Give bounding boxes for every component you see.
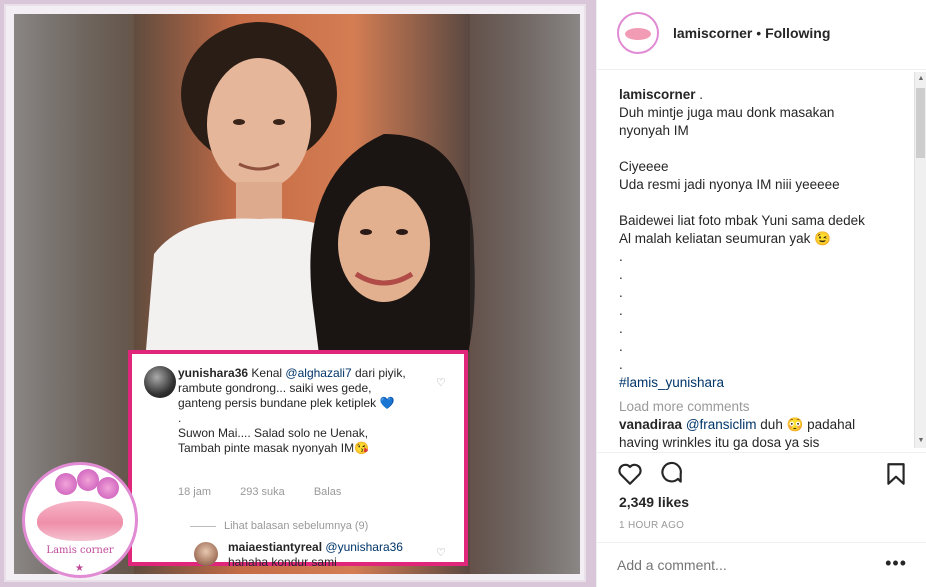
comments-area[interactable]: lamiscorner . Duh mintje juga mau donk m… <box>597 70 926 450</box>
post-header-text: lamiscorner • Following <box>673 25 830 41</box>
avatar-lips-icon <box>625 28 651 40</box>
logo-lips-icon <box>37 501 123 541</box>
add-comment-input[interactable] <box>617 557 867 573</box>
logo-flower-icon <box>97 477 119 499</box>
more-dots-icon[interactable]: ••• <box>885 553 907 574</box>
lamis-corner-logo: Lamis corner ★ <box>22 462 138 578</box>
comment-reply: Balas <box>313 486 342 498</box>
comment-text-pre: Kenal <box>251 366 286 380</box>
heart-icon: ♡ <box>436 377 446 389</box>
reply-avatar <box>194 542 218 566</box>
hashtag-link[interactable]: #lamis_yunishara <box>619 375 724 390</box>
embedded-comment-2: maiaestiantyreal @yunishara36 hahaha kon… <box>228 540 418 570</box>
logo-flower-icon <box>55 473 77 495</box>
post-header: lamiscorner • Following <box>597 0 926 70</box>
commenter-avatar <box>144 366 176 398</box>
comment-like-count: 293 suka <box>240 486 285 498</box>
comment-username[interactable]: vanadiraa <box>619 417 682 432</box>
comment-bubble-icon[interactable] <box>659 461 685 487</box>
scroll-up-arrow-icon[interactable]: ▲ <box>915 72 926 86</box>
comment-mention[interactable]: @fransiclim <box>686 417 757 432</box>
add-comment-bar: ••• <box>597 542 926 587</box>
heart-icon[interactable] <box>617 461 643 487</box>
comment-mention: @alghazali7 <box>285 366 352 380</box>
caption-username[interactable]: lamiscorner <box>619 87 696 102</box>
logo-flower-icon <box>77 469 99 491</box>
post-sidebar: lamiscorner • Following lamiscorner . Du… <box>596 0 926 587</box>
comment-meta: 18 jam 293 suka Balas <box>178 486 367 498</box>
reply-text: hahaha kondur sami <box>228 555 337 569</box>
account-avatar[interactable] <box>617 12 659 54</box>
reply-username: maiaestiantyreal <box>228 540 323 554</box>
heart-icon: ♡ <box>436 547 446 559</box>
embedded-comment-card: yunishara36 Kenal @alghazali7 dari piyik… <box>128 350 468 569</box>
like-count[interactable]: 2,349 likes <box>619 494 689 510</box>
account-username[interactable]: lamiscorner <box>673 25 752 41</box>
scroll-down-arrow-icon[interactable]: ▼ <box>915 434 926 448</box>
instagram-post-view: yunishara36 Kenal @alghazali7 dari piyik… <box>0 0 926 587</box>
load-more-comments[interactable]: Load more comments <box>619 398 889 416</box>
post-timestamp: 1 HOUR AGO <box>619 520 685 531</box>
scrollbar-thumb[interactable] <box>916 88 925 158</box>
logo-star-icon: ★ <box>75 563 84 574</box>
photo-blur-right <box>470 14 580 574</box>
image-frame: yunishara36 Kenal @alghazali7 dari piyik… <box>4 4 586 582</box>
comment-time: 18 jam <box>178 486 212 498</box>
post-image-panel: yunishara36 Kenal @alghazali7 dari piyik… <box>0 0 596 587</box>
comment-dot: . <box>178 411 182 425</box>
comment-username: yunishara36 <box>178 366 249 380</box>
header-separator: • <box>756 25 762 41</box>
view-replies: Lihat balasan sebelumnya (9) <box>190 520 368 532</box>
reply-mention: @yunishara36 <box>325 540 403 554</box>
embedded-comment-1: yunishara36 Kenal @alghazali7 dari piyik… <box>178 366 408 456</box>
action-bar <box>597 452 926 492</box>
following-button[interactable]: Following <box>765 25 830 41</box>
bookmark-icon[interactable] <box>883 461 909 487</box>
comments-scrollbar[interactable]: ▲ ▼ <box>914 72 926 448</box>
comment-text-2: Suwon Mai.... Salad solo ne Uenak, Tamba… <box>178 426 370 455</box>
post-caption: lamiscorner . Duh mintje juga mau donk m… <box>619 86 889 450</box>
logo-text: Lamis corner <box>46 545 114 556</box>
caption-text: Duh mintje juga mau donk masakan nyonyah… <box>619 105 865 372</box>
